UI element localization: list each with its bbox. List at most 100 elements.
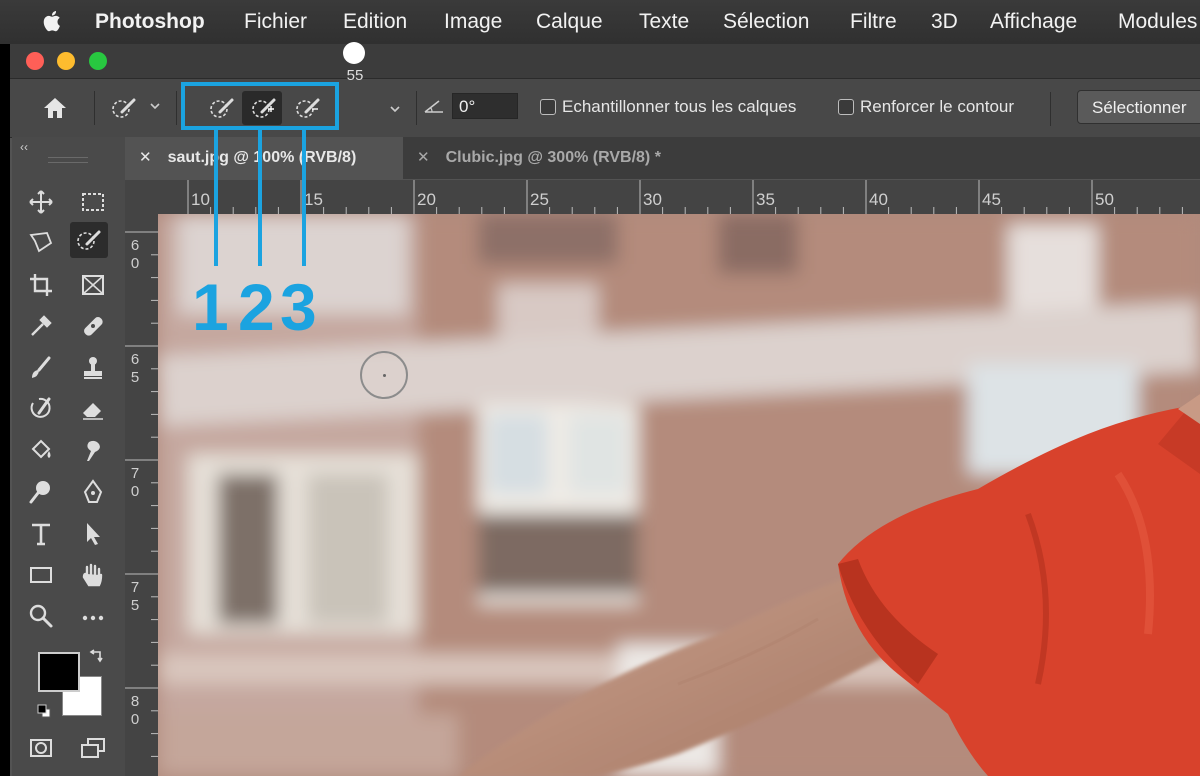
ruler-label: 0 [130,483,140,500]
ruler-label: 5 [130,369,140,386]
rectangle-icon [30,567,52,583]
home-icon [44,98,66,118]
eraser-icon [83,403,103,420]
annotation-highlight-box [181,82,339,130]
brush-size-value: 55 [346,67,364,84]
ruler-label: 7 [130,465,140,482]
tab-saut[interactable]: ✕ saut.jpg @ 100% (RVB/8) [125,137,403,179]
annotation-leader-line [302,126,306,266]
dodge-tool[interactable] [22,474,60,510]
window-titlebar [10,44,1200,78]
frame-tool[interactable] [74,267,112,303]
menu-3d[interactable]: 3D [931,10,958,34]
rectangle-tool[interactable] [22,557,60,593]
chevron-down-icon[interactable] [150,101,160,111]
menu-selection[interactable]: Sélection [723,10,809,34]
ruler-label: 45 [982,190,1001,209]
move-tool[interactable] [22,184,60,220]
eyedropper-tool[interactable] [22,308,60,344]
ruler-label: 25 [530,190,549,209]
path-selection-tool[interactable] [74,516,112,552]
lasso-tool[interactable] [22,225,60,261]
ruler-label: 8 [130,693,140,710]
enhance-edge-label: Renforcer le contour [860,97,1015,116]
paint-bucket-tool[interactable] [22,433,60,469]
menu-calque[interactable]: Calque [536,10,603,34]
angle-input[interactable]: 0° [452,93,518,119]
edit-toolbar-button[interactable] [74,598,112,634]
smudge-tool[interactable] [74,433,112,469]
foreground-color-swatch[interactable] [38,652,80,692]
swap-colors-icon[interactable] [88,648,106,666]
zoom-window-button[interactable] [89,52,107,70]
menu-bar: Photoshop Fichier Edition Image Calque T… [0,0,1200,44]
ruler-label: 7 [130,579,140,596]
ruler-label: 35 [756,190,775,209]
menu-edition[interactable]: Edition [343,10,407,34]
menu-texte[interactable]: Texte [639,10,689,34]
home-button[interactable] [34,91,74,125]
apple-icon[interactable] [40,8,66,34]
crop-tool[interactable] [22,267,60,303]
default-colors-icon[interactable] [36,703,52,719]
clone-stamp-tool[interactable] [74,350,112,386]
hand-tool[interactable] [74,557,112,593]
screen-mode-button[interactable] [74,730,112,766]
healing-brush-tool[interactable] [74,308,112,344]
arrow-pointer-icon [87,523,100,545]
ruler-label: 10 [191,190,210,209]
select-subject-button[interactable]: Sélectionner [1077,90,1200,124]
close-tab-icon[interactable]: ✕ [139,137,152,179]
close-window-button[interactable] [26,52,44,70]
eyedropper-icon [31,315,52,336]
polygonal-lasso-icon [29,232,53,253]
brush-tool[interactable] [22,350,60,386]
ruler-label: 15 [304,190,323,209]
frame-icon [82,275,104,295]
ruler-corner[interactable] [125,180,158,214]
menu-image[interactable]: Image [444,10,502,34]
type-tool[interactable] [22,516,60,552]
brush-icon [32,356,51,378]
vertical-ruler[interactable]: 6 0 6 5 7 0 7 5 8 0 [125,214,158,776]
document-tab-bar: ✕ saut.jpg @ 100% (RVB/8) ✕ Clubic.jpg @ 3… [125,137,1200,179]
brush-cursor [360,351,408,399]
zoom-tool[interactable] [22,598,60,634]
minimize-window-button[interactable] [57,52,75,70]
ruler-label: 6 [130,351,140,368]
quick-selection-tool[interactable] [70,222,108,258]
brush-picker-chevron[interactable] [390,101,400,113]
quick-mask-button[interactable] [22,730,60,766]
crop-icon [30,274,52,296]
sample-all-layers-checkbox[interactable] [540,99,556,115]
paint-bucket-icon [31,439,51,459]
annotation-number-3: 3 [280,270,317,344]
ruler-label: 20 [417,190,436,209]
close-tab-icon[interactable]: ✕ [417,137,430,179]
marquee-tool[interactable] [74,184,112,220]
hand-icon [82,563,103,587]
annotation-leader-line [214,126,218,266]
ruler-label: 40 [869,190,888,209]
collapse-panel-icon[interactable]: ‹‹ [20,140,28,154]
enhance-edge-checkbox[interactable] [838,99,854,115]
horizontal-ruler[interactable]: 10 15 20 25 30 35 40 45 50 [158,180,1200,214]
rectangle-marquee-icon [82,193,104,211]
menu-app-name[interactable]: Photoshop [95,10,205,34]
history-brush-tool[interactable] [22,391,60,427]
panel-grip[interactable] [48,157,88,163]
eraser-tool[interactable] [74,391,112,427]
tool-preset-picker[interactable] [102,91,142,125]
tab-clubic[interactable]: ✕ Clubic.jpg @ 300% (RVB/8) * [403,137,713,179]
pen-tool[interactable] [74,474,112,510]
menu-filtre[interactable]: Filtre [850,10,897,34]
menu-modules[interactable]: Modules [1118,10,1197,34]
move-icon [29,190,53,214]
history-brush-icon [30,397,51,418]
menu-fichier[interactable]: Fichier [244,10,307,34]
brush-preview-dot[interactable] [343,42,365,64]
menu-affichage[interactable]: Affichage [990,10,1077,34]
more-dots-icon [82,615,104,621]
annotation-leader-line [258,126,262,266]
ruler-label: 0 [130,711,140,728]
